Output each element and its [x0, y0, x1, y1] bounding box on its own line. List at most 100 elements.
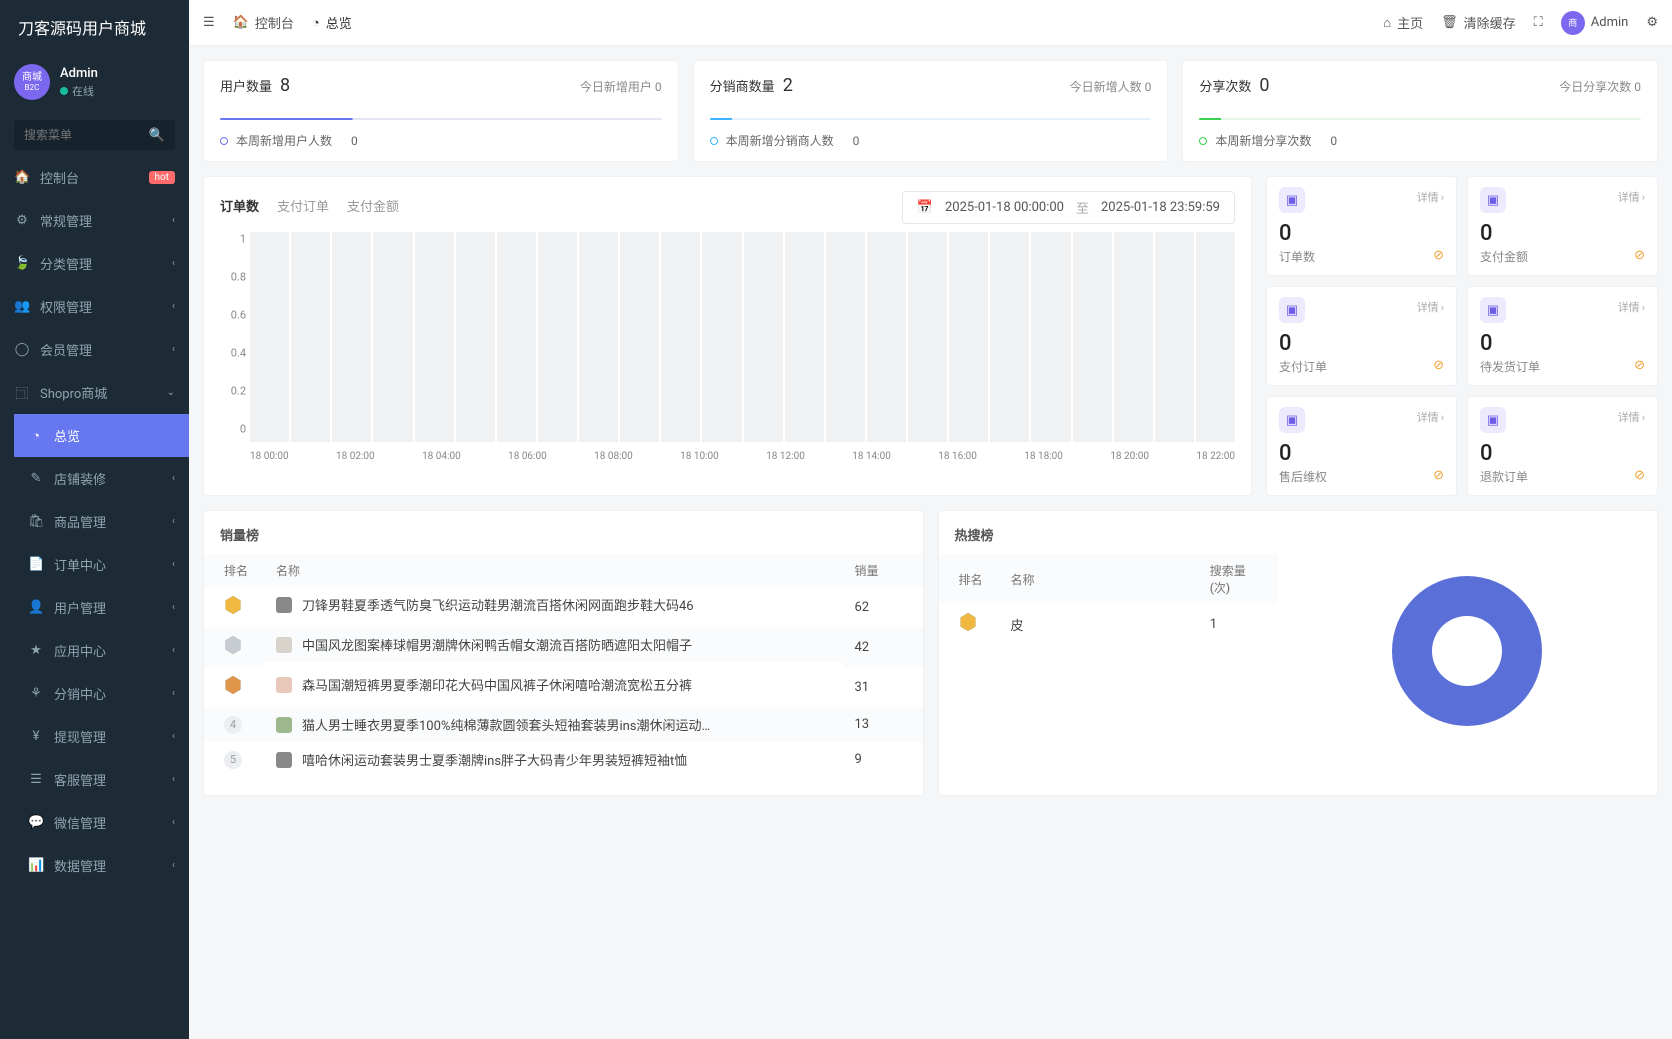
- stat-icon: ▣: [1480, 407, 1506, 433]
- stat-value: 0: [1279, 221, 1444, 246]
- table-row[interactable]: 皮1: [939, 604, 1278, 644]
- chevron-left-icon: ‹: [172, 344, 175, 355]
- detail-link[interactable]: 详情›: [1417, 409, 1444, 425]
- btn-clear-cache[interactable]: 🗑清除缓存: [1441, 13, 1516, 32]
- hot-rank-table: 排名 名称 搜索量(次) 皮1: [939, 554, 1278, 644]
- nav-service[interactable]: ☰客服管理‹: [14, 758, 189, 801]
- detail-link[interactable]: 详情›: [1618, 189, 1645, 205]
- stat-label: 支付金额: [1480, 248, 1645, 265]
- bar: [908, 232, 947, 442]
- search-icon[interactable]: 🔍: [149, 128, 165, 143]
- gears-icon: ⚙: [1646, 15, 1658, 30]
- menu-toggle[interactable]: ☰: [203, 15, 215, 30]
- bar: [1031, 232, 1070, 442]
- piechart-icon: ◔: [312, 15, 320, 31]
- stat-label: 待发货订单: [1480, 358, 1645, 375]
- bar: [1196, 232, 1235, 442]
- warning-icon: ⊘: [1433, 468, 1444, 483]
- stat-value: 0: [1279, 331, 1444, 356]
- detail-link[interactable]: 详情›: [1417, 299, 1444, 315]
- warning-icon: ⊘: [1634, 468, 1645, 483]
- nav-data[interactable]: 📊数据管理‹: [14, 844, 189, 887]
- table-row[interactable]: 5嘻哈休闲运动套装男士夏季潮牌ins胖子大码青少年男装短裤短袖t恤9: [204, 742, 923, 777]
- stat-icon: ▣: [1480, 297, 1506, 323]
- home-icon: ⌂: [1383, 15, 1391, 31]
- sparkline: [220, 118, 662, 120]
- bar: [1155, 232, 1194, 442]
- rank-medal-icon: [959, 612, 977, 632]
- table-row[interactable]: 刀锋男鞋夏季透气防臭飞织运动鞋男潮流百搭休闲网面跑步鞋大码4662: [204, 587, 923, 627]
- tab-amount[interactable]: 支付金额: [347, 196, 399, 219]
- nav-shopro[interactable]: ⿹Shopro商城⌄: [0, 371, 189, 414]
- sales-rank-table: 排名 名称 销量 刀锋男鞋夏季透气防臭飞织运动鞋男潮流百搭休闲网面跑步鞋大码46…: [204, 554, 923, 777]
- bar: [867, 232, 906, 442]
- star-icon: ★: [28, 643, 44, 658]
- product-name: 中国风龙图案棒球帽男潮牌休闲鸭舌帽女潮流百搭防晒遮阳太阳帽子: [302, 635, 692, 654]
- nav-auth[interactable]: 👥权限管理‹: [0, 285, 189, 328]
- chevron-right-icon: ›: [1441, 191, 1444, 204]
- product-name: 森马国潮短裤男夏季潮印花大码中国风裤子休闲嘻哈潮流宽松五分裤: [302, 675, 692, 694]
- sparkline: [710, 118, 1152, 120]
- avatar-icon: 商: [1561, 11, 1585, 35]
- dashboard-icon: 🏠: [14, 170, 30, 185]
- table-row[interactable]: 中国风龙图案棒球帽男潮牌休闲鸭舌帽女潮流百搭防晒遮阳太阳帽子42: [204, 627, 923, 667]
- bar: [620, 232, 659, 442]
- stat-label: 支付订单: [1279, 358, 1444, 375]
- rank-number: 4: [224, 716, 242, 734]
- tab-console[interactable]: 🏠控制台: [233, 13, 294, 32]
- file-icon: 📄: [28, 557, 44, 572]
- nav-dashboard[interactable]: 🏠控制台hot: [0, 156, 189, 199]
- nav-app[interactable]: ★应用中心‹: [14, 629, 189, 672]
- nav-withdraw[interactable]: ¥提现管理‹: [14, 715, 189, 758]
- nav-decorate[interactable]: ✎店铺装修‹: [14, 457, 189, 500]
- mini-stat-card: ▣ 详情› 0 待发货订单 ⊘: [1467, 286, 1658, 386]
- bar: [661, 232, 700, 442]
- tab-overview[interactable]: ◔总览: [312, 13, 352, 32]
- bar: [949, 232, 988, 442]
- chevron-right-icon: ›: [1441, 301, 1444, 314]
- stat-value: 0: [1480, 331, 1645, 356]
- brand-title: 刀客源码用户商城: [0, 0, 189, 54]
- nav-member[interactable]: ◯会员管理‹: [0, 328, 189, 371]
- stat-value: 0: [1480, 441, 1645, 466]
- rank-medal-icon: [224, 595, 242, 615]
- detail-link[interactable]: 详情›: [1618, 409, 1645, 425]
- chevron-left-icon: ‹: [172, 258, 175, 269]
- tab-paid-orders[interactable]: 支付订单: [277, 196, 329, 219]
- bar-chart: 00.20.40.60.81 18 00:0018 02:0018 04:001…: [220, 232, 1235, 462]
- leaf-icon: 🍃: [14, 256, 30, 271]
- sparkline: [1199, 118, 1641, 120]
- bar: [702, 232, 741, 442]
- date-range-picker[interactable]: 📅 2025-01-18 00:00:00 至 2025-01-18 23:59…: [902, 191, 1235, 224]
- chevron-right-icon: ›: [1642, 301, 1645, 314]
- dropbox-icon: ⿹: [14, 383, 30, 402]
- bar: [1073, 232, 1112, 442]
- order-chart-card: 订单数 支付订单 支付金额 📅 2025-01-18 00:00:00 至 20…: [203, 176, 1252, 496]
- sidebar: 刀客源码用户商城 商城 B2C Admin 在线 🔍 🏠控制台hot ⚙常规管理…: [0, 0, 189, 1039]
- detail-link[interactable]: 详情›: [1417, 189, 1444, 205]
- keyword: 皮: [999, 604, 1198, 644]
- product-name: 猫人男士睡衣男夏季100%纯棉薄款圆领套头短袖套装男ins潮休闲运动…: [302, 715, 710, 734]
- nav-general[interactable]: ⚙常规管理‹: [0, 199, 189, 242]
- nav: 🏠控制台hot ⚙常规管理‹ 🍃分类管理‹ 👥权限管理‹ ◯会员管理‹ ⿹Sho…: [0, 156, 189, 887]
- stat-icon: ▣: [1279, 297, 1305, 323]
- nav-distribution[interactable]: ⚘分销中心‹: [14, 672, 189, 715]
- detail-link[interactable]: 详情›: [1618, 299, 1645, 315]
- nav-order[interactable]: 📄订单中心‹: [14, 543, 189, 586]
- nav-category[interactable]: 🍃分类管理‹: [0, 242, 189, 285]
- nav-goods[interactable]: 🛍商品管理‹: [14, 500, 189, 543]
- chart-icon: 📊: [28, 858, 44, 873]
- mini-stat-card: ▣ 详情› 0 支付订单 ⊘: [1266, 286, 1457, 386]
- tab-order-count[interactable]: 订单数: [220, 196, 259, 219]
- nav-user[interactable]: 👤用户管理‹: [14, 586, 189, 629]
- nav-wechat[interactable]: 💬微信管理‹: [14, 801, 189, 844]
- table-row[interactable]: 4猫人男士睡衣男夏季100%纯棉薄款圆领套头短袖套装男ins潮休闲运动…13: [204, 707, 923, 742]
- table-row[interactable]: 森马国潮短裤男夏季潮印花大码中国风裤子休闲嘻哈潮流宽松五分裤31: [204, 667, 923, 707]
- btn-fullscreen[interactable]: ⛶: [1534, 15, 1543, 30]
- nav-overview[interactable]: ◔总览: [14, 414, 189, 457]
- bar: [250, 232, 289, 442]
- link-home[interactable]: ⌂主页: [1383, 13, 1423, 32]
- warning-icon: ⊘: [1433, 358, 1444, 373]
- user-menu[interactable]: 商Admin: [1561, 11, 1629, 35]
- btn-settings[interactable]: ⚙: [1646, 15, 1658, 30]
